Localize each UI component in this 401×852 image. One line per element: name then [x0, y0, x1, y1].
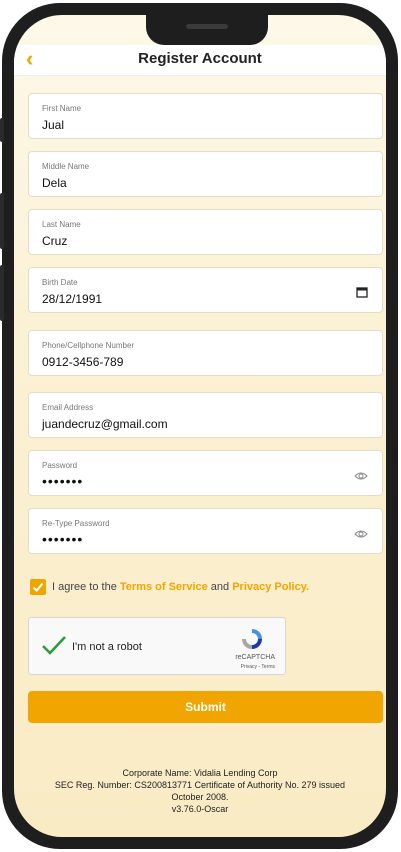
birth-date-field[interactable]: Birth Date 28/12/1991 [28, 267, 383, 313]
recaptcha-logo-icon [239, 626, 265, 657]
notch [146, 15, 268, 45]
agreement-text: I agree to the Terms of Service and Priv… [52, 581, 309, 593]
volume-up-button [0, 193, 4, 249]
mute-switch [0, 118, 4, 142]
retype-password-field[interactable]: Re-Type Password ••••••• [28, 508, 383, 554]
email-value[interactable]: juandecruz@gmail.com [42, 417, 168, 431]
agreement-and: and [207, 581, 233, 593]
app-header: ‹ Register Account [14, 45, 386, 76]
sec-registration: SEC Reg. Number: CS200813771 Certificate… [54, 780, 346, 790]
app-version: v3.76.0-Oscar [171, 804, 229, 814]
agreement-prefix: I agree to the [52, 581, 120, 593]
recaptcha-links[interactable]: Privacy - Terms [241, 664, 275, 670]
captcha-label: I'm not a robot [72, 641, 142, 653]
last-name-label: Last Name [42, 220, 81, 229]
checkmark-icon[interactable] [41, 635, 67, 660]
speaker-grille [186, 24, 228, 29]
phone-label: Phone/Cellphone Number [42, 341, 135, 350]
password-field[interactable]: Password ••••••• [28, 450, 383, 496]
agree-checkbox[interactable] [30, 579, 46, 595]
eye-icon[interactable] [354, 526, 368, 544]
first-name-field[interactable]: First Name Jual [28, 93, 383, 139]
middle-name-label: Middle Name [42, 162, 90, 171]
retype-password-value[interactable]: ••••••• [42, 531, 83, 547]
corporate-name: Corporate Name: Vidalia Lending Corp [122, 768, 278, 778]
calendar-icon[interactable] [356, 285, 368, 303]
eye-icon[interactable] [354, 468, 368, 486]
submit-button[interactable]: Submit [28, 691, 383, 723]
privacy-policy-link[interactable]: Privacy Policy. [232, 581, 309, 593]
password-value[interactable]: ••••••• [42, 473, 83, 489]
middle-name-field[interactable]: Middle Name Dela [28, 151, 383, 197]
phone-value[interactable]: 0912-3456-789 [42, 355, 123, 369]
authority-date: October 2008. [171, 792, 229, 802]
volume-down-button [0, 265, 4, 321]
phone-frame: ‹ Register Account First Name Jual Middl… [0, 3, 398, 849]
terms-of-service-link[interactable]: Terms of Service [120, 581, 208, 593]
password-label: Password [42, 461, 78, 470]
first-name-label: First Name [42, 104, 82, 113]
recaptcha-widget[interactable]: I'm not a robot reCAPTCHA Privacy - Term… [28, 617, 286, 675]
last-name-value[interactable]: Cruz [42, 234, 67, 248]
app-screen: ‹ Register Account First Name Jual Middl… [14, 15, 386, 837]
page-title: Register Account [138, 50, 262, 67]
first-name-value[interactable]: Jual [42, 118, 64, 132]
email-label: Email Address [42, 403, 94, 412]
middle-name-value[interactable]: Dela [42, 176, 67, 190]
phone-field[interactable]: Phone/Cellphone Number 0912-3456-789 [28, 330, 383, 376]
birth-date-label: Birth Date [42, 278, 78, 287]
birth-date-value[interactable]: 28/12/1991 [42, 292, 102, 306]
footer: Corporate Name: Vidalia Lending Corp SEC… [14, 767, 386, 815]
recaptcha-brand: reCAPTCHA [235, 654, 275, 661]
email-field[interactable]: Email Address juandecruz@gmail.com [28, 392, 383, 438]
last-name-field[interactable]: Last Name Cruz [28, 209, 383, 255]
retype-password-label: Re-Type Password [42, 519, 110, 528]
